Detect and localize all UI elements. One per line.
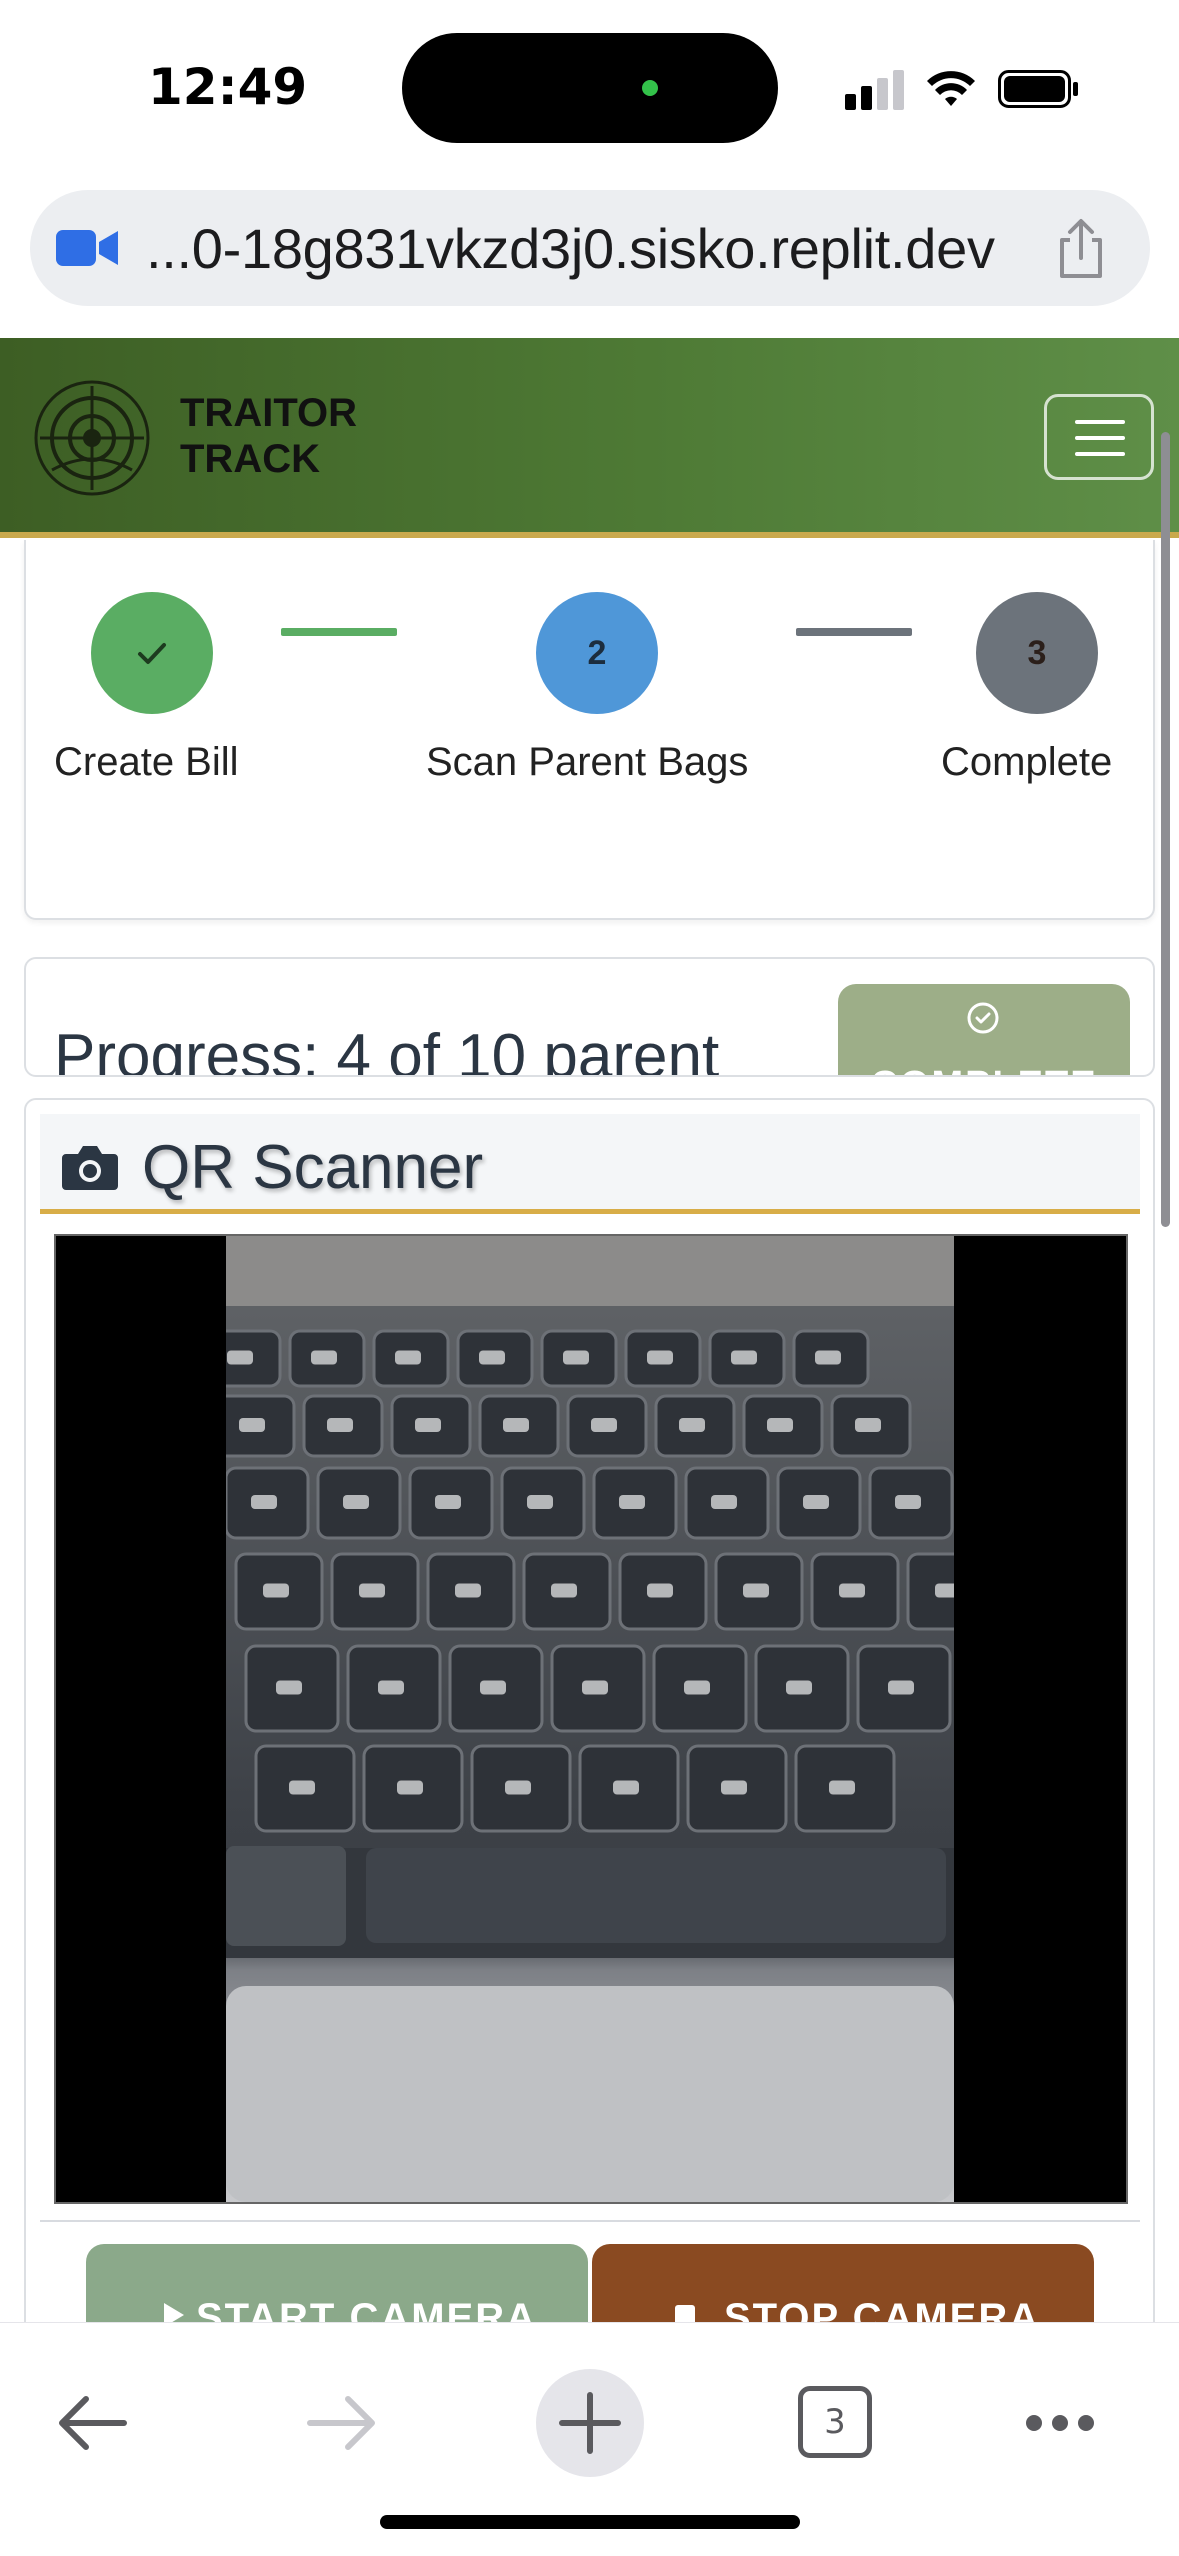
brand-line-1: TRAITOR xyxy=(180,391,358,435)
step-3-label: Complete xyxy=(941,740,1113,784)
checkmark-icon xyxy=(91,592,213,714)
more-options-icon[interactable] xyxy=(1024,2411,1096,2435)
step-3-marker: 3 xyxy=(976,592,1098,714)
camera-viewport[interactable] xyxy=(54,1234,1128,2204)
step-2-label: Scan Parent Bags xyxy=(426,740,749,784)
address-bar[interactable]: ...0-18g831vkzd3j0.sisko.replit.dev xyxy=(30,190,1150,306)
status-bar: 12:49 xyxy=(0,0,1179,175)
app-header: TRAITOR TRACK xyxy=(0,338,1179,538)
hamburger-icon xyxy=(1075,420,1125,424)
step-1-done-icon xyxy=(91,592,213,714)
camera-feed-keyboard-image xyxy=(226,1236,954,2202)
cellular-signal-icon xyxy=(845,70,905,110)
brand-name[interactable]: TRAITOR TRACK xyxy=(180,390,357,482)
qr-scanner-card: QR Scanner START CAMERA STOP CAMERA xyxy=(24,1098,1155,2398)
dynamic-island xyxy=(402,33,778,143)
scanner-divider xyxy=(40,2220,1140,2222)
step-connector-2 xyxy=(796,628,912,636)
progress-text: Progress: 4 of 10 parent xyxy=(54,1022,720,1077)
workflow-steps-card: 2 3 Create Bill Scan Parent Bags Complet… xyxy=(24,540,1155,920)
crosshair-logo-icon[interactable] xyxy=(32,378,152,498)
tabs-overview-icon[interactable]: 3 xyxy=(798,2386,872,2458)
step-1-label: Create Bill xyxy=(54,740,239,784)
wifi-icon xyxy=(927,71,975,106)
tab-count: 3 xyxy=(824,2402,846,2442)
battery-icon xyxy=(998,70,1078,108)
camera-indicator-dot xyxy=(642,80,658,96)
home-indicator[interactable] xyxy=(380,2515,800,2529)
status-time: 12:49 xyxy=(148,58,308,116)
new-tab-plus-icon[interactable] xyxy=(536,2369,644,2477)
url-text: ...0-18g831vkzd3j0.sisko.replit.dev xyxy=(146,217,995,280)
share-icon[interactable] xyxy=(1052,218,1110,280)
forward-arrow-icon[interactable] xyxy=(306,2393,378,2453)
step-connector-1 xyxy=(281,628,397,636)
menu-toggle-button[interactable] xyxy=(1044,394,1154,480)
step-2-marker: 2 xyxy=(536,592,658,714)
back-arrow-icon[interactable] xyxy=(56,2393,128,2453)
brand-line-2: TRACK xyxy=(180,437,320,481)
complete-button[interactable]: COMPLETE xyxy=(838,984,1130,1075)
scanner-header: QR Scanner xyxy=(40,1114,1140,1214)
progress-card: Progress: 4 of 10 parent COMPLETE xyxy=(24,957,1155,1077)
scanner-title: QR Scanner xyxy=(142,1133,484,1202)
check-circle-icon xyxy=(967,1002,999,1034)
complete-label: COMPLETE xyxy=(838,1064,1130,1075)
camera-icon xyxy=(62,1146,118,1190)
page-scrollbar[interactable] xyxy=(1161,432,1170,1227)
video-camera-icon xyxy=(56,230,118,266)
